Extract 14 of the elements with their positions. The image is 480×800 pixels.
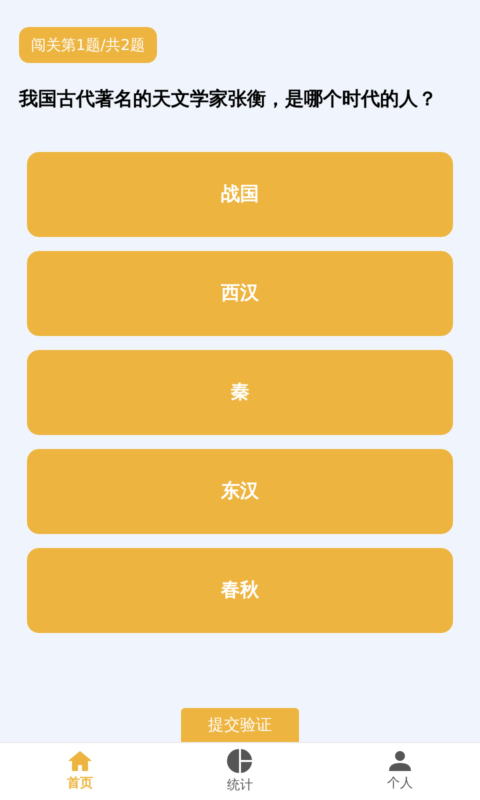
progress-badge: 闯关第1题/共2题 [19, 27, 158, 63]
tab-bar-item[interactable]: 个人 [320, 743, 480, 800]
tab-bar-item[interactable]: 统计 [160, 743, 320, 800]
answer-option[interactable]: 战国 [27, 152, 453, 237]
pie-chart-icon [227, 748, 253, 774]
tab-bar-item[interactable]: 首页 [0, 743, 160, 800]
submit-button[interactable]: 提交验证 [181, 708, 299, 742]
question-text: 我国古代著名的天文学家张衡，是哪个时代的人？ [19, 87, 438, 112]
answer-option[interactable]: 春秋 [27, 548, 453, 633]
home-icon [67, 750, 93, 772]
answer-option[interactable]: 东汉 [27, 449, 453, 534]
answer-option[interactable]: 秦 [27, 350, 453, 435]
person-icon [389, 750, 411, 772]
answer-option[interactable]: 西汉 [27, 251, 453, 336]
